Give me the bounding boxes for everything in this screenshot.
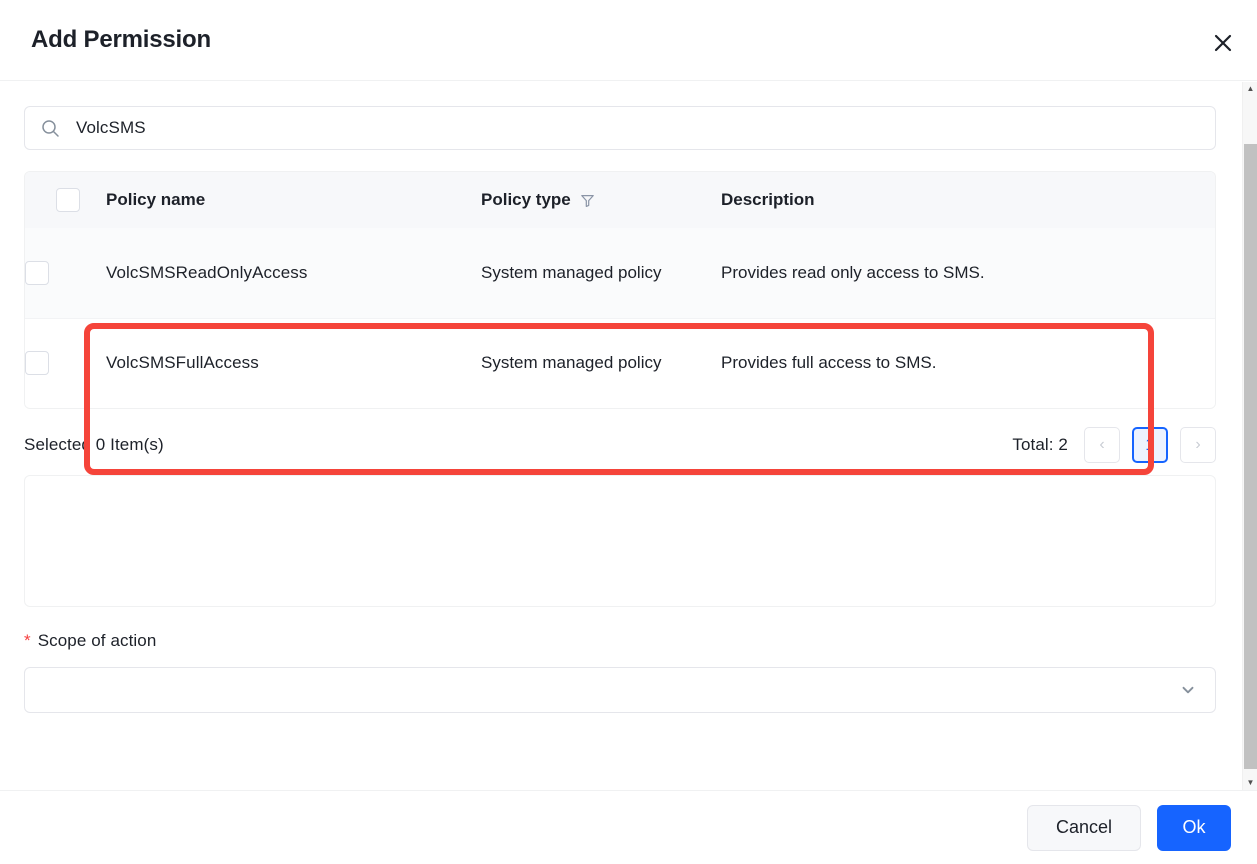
- header-cell-description: Description: [721, 172, 1215, 228]
- close-icon: [1212, 32, 1234, 54]
- dialog-body: Policy name Policy type: [0, 81, 1257, 790]
- row-policy-name: VolcSMSFullAccess: [106, 317, 481, 408]
- search-input[interactable]: [76, 118, 1201, 138]
- vertical-scrollbar[interactable]: ▲ ▼: [1242, 82, 1257, 790]
- dialog-header: Add Permission: [0, 0, 1257, 81]
- page-title: Add Permission: [31, 26, 211, 53]
- close-button[interactable]: [1207, 27, 1239, 59]
- header-label-policy-type: Policy type: [481, 190, 571, 209]
- pagination-prev-button[interactable]: ‹: [1084, 427, 1120, 463]
- pagination-next-button[interactable]: ›: [1180, 427, 1216, 463]
- filter-icon[interactable]: [580, 193, 595, 208]
- scrollbar-up-arrow[interactable]: ▲: [1243, 82, 1257, 96]
- scrollbar-down-arrow[interactable]: ▼: [1243, 776, 1257, 790]
- required-asterisk: *: [24, 631, 31, 650]
- ok-button[interactable]: Ok: [1157, 804, 1231, 851]
- selected-count-label: Selected 0 Item(s): [24, 435, 164, 454]
- add-permission-dialog: Add Permission VolcSMS Policy name Polic…: [0, 0, 1257, 864]
- scope-of-action-label: * Scope of action: [24, 631, 1233, 651]
- row-checkbox-cell: [25, 228, 106, 318]
- scrollbar-thumb[interactable]: [1244, 144, 1257, 769]
- cancel-button[interactable]: Cancel: [1027, 804, 1141, 851]
- chevron-down-icon: [1179, 681, 1197, 699]
- table-row[interactable]: VolcSMSReadOnlyAccess System managed pol…: [25, 228, 1215, 318]
- table-row[interactable]: VolcSMSFullAccess System managed policy …: [25, 317, 1215, 408]
- row-policy-type: System managed policy: [481, 262, 662, 282]
- header-cell-checkbox: [25, 172, 106, 228]
- scope-of-action-select[interactable]: [24, 667, 1216, 713]
- header-label-description: Description: [721, 190, 815, 209]
- policy-table: Policy name Policy type Description Volc…: [25, 172, 1215, 408]
- select-all-checkbox[interactable]: [56, 188, 80, 212]
- total-count-label: Total: 2: [1012, 435, 1068, 454]
- row-checkbox-cell: [25, 317, 106, 408]
- scope-of-action-text: Scope of action: [37, 631, 157, 650]
- table-header-row: Policy name Policy type Description: [25, 172, 1215, 228]
- policy-table-container: Policy name Policy type Description Volc…: [24, 171, 1216, 409]
- header-cell-policy-type: Policy type: [481, 172, 721, 228]
- header-cell-policy-name: Policy name: [106, 172, 481, 228]
- row-policy-name: VolcSMSReadOnlyAccess: [106, 262, 308, 282]
- pagination-page-1[interactable]: 1: [1132, 427, 1168, 463]
- selected-items-panel: [24, 475, 1216, 607]
- row-description: Provides full access to SMS.: [721, 317, 1215, 408]
- row-policy-type: System managed policy: [481, 317, 721, 408]
- table-body: VolcSMSReadOnlyAccess System managed pol…: [25, 228, 1215, 408]
- table-meta-bar: Selected 0 Item(s) Total: 2 ‹ 1 ›: [24, 425, 1216, 465]
- search-icon: [41, 119, 60, 138]
- table-header: Policy name Policy type Description: [25, 172, 1215, 228]
- row-checkbox[interactable]: [25, 260, 49, 285]
- scroll-up-icon: ▲: [1246, 84, 1255, 93]
- scroll-down-icon: ▼: [1246, 778, 1255, 787]
- header-label-policy-name: Policy name: [106, 190, 206, 209]
- search-box[interactable]: [24, 106, 1216, 150]
- dialog-footer: Cancel Ok: [0, 790, 1257, 864]
- row-checkbox[interactable]: [25, 351, 49, 376]
- row-description: Provides read only access to SMS.: [721, 262, 985, 282]
- pagination: Total: 2 ‹ 1 ›: [1012, 427, 1216, 463]
